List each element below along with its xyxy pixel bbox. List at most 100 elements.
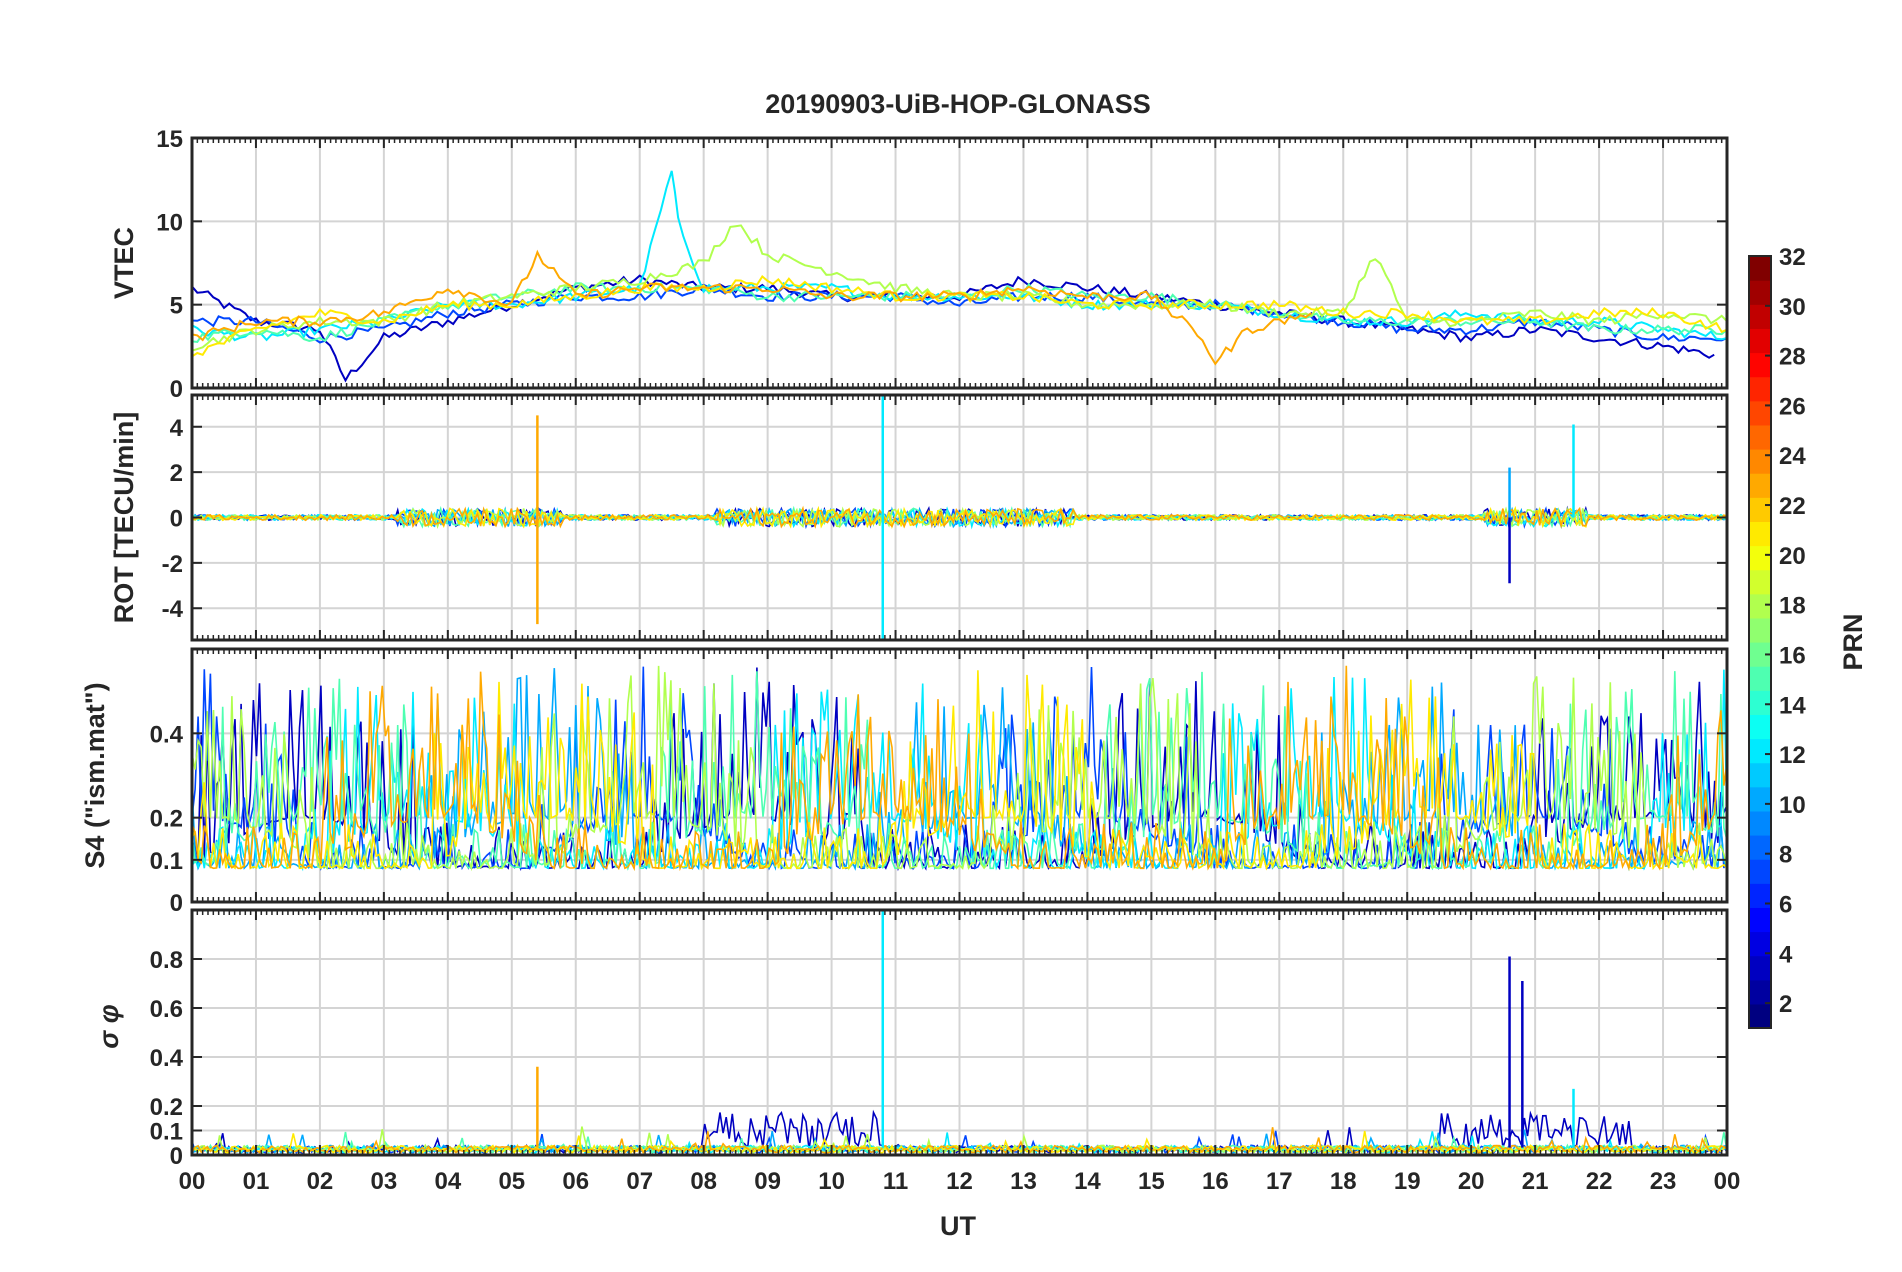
panel-ROT: -4 -2 0 2 4 ROT [TECU/min] bbox=[109, 393, 1729, 642]
colorbar-segment bbox=[1749, 521, 1771, 547]
colorbar-tick-label: 2 bbox=[1779, 991, 1792, 1018]
colorbar-segment bbox=[1749, 256, 1771, 281]
y-tick-label: 0 bbox=[170, 1143, 183, 1170]
colorbar-segment bbox=[1749, 666, 1771, 691]
colorbar-segment bbox=[1749, 304, 1771, 329]
colorbar-segment bbox=[1749, 1003, 1771, 1029]
panel-sigma_phi: 00.10.2 0.4 0.6 0.8 σ φ bbox=[94, 908, 1729, 1170]
colorbar-segment bbox=[1749, 762, 1771, 788]
x-tick-label: 10 bbox=[818, 1168, 845, 1195]
figure: 20190903-UiB-HOP-GLONASS 051015VTEC-4-20… bbox=[0, 0, 1902, 1272]
x-tick-label: 21 bbox=[1522, 1168, 1549, 1195]
y-tick-label: 0.1 bbox=[150, 848, 183, 875]
panel-VTEC: 0 5 10 15 VTEC bbox=[109, 126, 1729, 403]
colorbar-segment bbox=[1749, 545, 1771, 571]
colorbar-segment bbox=[1749, 593, 1771, 619]
colorbar-tick-label: 20 bbox=[1779, 543, 1806, 570]
x-tick-label: 20 bbox=[1458, 1168, 1485, 1195]
x-tick-label: 15 bbox=[1138, 1168, 1165, 1195]
colorbar-tick-label: 28 bbox=[1779, 344, 1806, 371]
x-tick-label: 00 bbox=[179, 1168, 206, 1195]
x-tick-label: 18 bbox=[1330, 1168, 1357, 1195]
colorbar-tick-label: 26 bbox=[1779, 393, 1806, 420]
panels-group: 051015VTEC-4-2024ROT [TECU/min]00.10.20.… bbox=[80, 126, 1740, 1195]
colorbar-segment bbox=[1749, 280, 1771, 305]
y-tick-label: 0.6 bbox=[150, 996, 183, 1023]
colorbar-tick-label: 4 bbox=[1779, 941, 1793, 968]
colorbar-tick-label: 18 bbox=[1779, 593, 1806, 620]
colorbar-segment bbox=[1749, 955, 1771, 981]
colorbar-segment bbox=[1749, 569, 1771, 595]
x-tick-label: 03 bbox=[371, 1168, 398, 1195]
x-tick-label: 12 bbox=[946, 1168, 973, 1195]
y-axis-label: σ φ bbox=[94, 1004, 124, 1048]
y-tick-label: 0 bbox=[170, 890, 183, 917]
y-tick-label: 15 bbox=[156, 126, 183, 153]
x-tick-label: 11 bbox=[883, 1168, 908, 1195]
y-tick-label: -2 bbox=[162, 551, 183, 578]
colorbar-segment bbox=[1749, 738, 1771, 764]
x-tick-label: 06 bbox=[562, 1168, 589, 1195]
colorbar-segment bbox=[1749, 690, 1771, 715]
colorbar-tick-label: 30 bbox=[1779, 294, 1806, 321]
y-axis-label: VTEC bbox=[109, 227, 139, 299]
y-tick-label: 0 bbox=[170, 506, 183, 533]
colorbar-tick-label: 8 bbox=[1779, 842, 1792, 869]
x-tick-label: 17 bbox=[1266, 1168, 1293, 1195]
x-tick-label: 22 bbox=[1586, 1168, 1613, 1195]
colorbar-tick-label: 24 bbox=[1779, 443, 1806, 470]
colorbar-segment bbox=[1749, 424, 1771, 450]
colorbar-segment bbox=[1749, 328, 1771, 354]
colorbar-segment bbox=[1749, 714, 1771, 740]
colorbar-segment bbox=[1749, 617, 1771, 643]
y-tick-label: 4 bbox=[170, 415, 184, 442]
y-tick-label: 0.1 bbox=[150, 1119, 183, 1146]
colorbar-segment bbox=[1749, 907, 1771, 933]
x-tick-label: 07 bbox=[626, 1168, 653, 1195]
x-tick-label: 13 bbox=[1010, 1168, 1037, 1195]
y-axis-label: ROT [TECU/min] bbox=[109, 412, 139, 623]
y-tick-label: 0.2 bbox=[150, 1094, 183, 1121]
colorbar-segment bbox=[1749, 859, 1771, 884]
colorbar-tick-label: 16 bbox=[1779, 642, 1806, 669]
y-tick-label: 2 bbox=[170, 460, 183, 487]
y-tick-label: -4 bbox=[162, 596, 184, 623]
x-axis-label: UT bbox=[940, 1211, 976, 1241]
x-tick-label: 04 bbox=[434, 1168, 461, 1195]
colorbar-segment bbox=[1749, 786, 1771, 812]
colorbar-segment bbox=[1749, 376, 1771, 402]
x-tick-label: 23 bbox=[1650, 1168, 1677, 1195]
y-tick-label: 10 bbox=[156, 209, 183, 236]
y-tick-label: 0.4 bbox=[150, 1045, 184, 1072]
x-tick-label: 09 bbox=[754, 1168, 781, 1195]
colorbar-label: PRN bbox=[1838, 613, 1868, 670]
colorbar-tick-label: 14 bbox=[1779, 692, 1806, 719]
x-tick-label: 02 bbox=[307, 1168, 334, 1195]
colorbar-tick-label: 10 bbox=[1779, 792, 1806, 819]
y-axis-label: S4 ("ism.mat") bbox=[80, 682, 110, 868]
panel-S4: 0 0.1 0.2 0.4 S4 ("ism.mat") bbox=[80, 647, 1729, 917]
colorbar-segment bbox=[1749, 979, 1771, 1005]
y-tick-label: 0.8 bbox=[150, 947, 183, 974]
x-tick-label: 19 bbox=[1394, 1168, 1421, 1195]
colorbar-tick-label: 12 bbox=[1779, 742, 1806, 769]
colorbar-tick-label: 32 bbox=[1779, 244, 1806, 271]
x-tick-label: 05 bbox=[498, 1168, 525, 1195]
colorbar-segment bbox=[1749, 835, 1771, 860]
colorbar-tick-label: 6 bbox=[1779, 891, 1792, 918]
y-tick-label: 0.4 bbox=[150, 721, 184, 748]
colorbar-segment bbox=[1749, 497, 1771, 522]
y-tick-label: 5 bbox=[170, 293, 183, 320]
colorbar-tick-label: 22 bbox=[1779, 493, 1806, 520]
x-tick-label: 14 bbox=[1074, 1168, 1101, 1195]
x-tick-label: 01 bbox=[243, 1168, 270, 1195]
x-tick-label: 00 bbox=[1714, 1168, 1741, 1195]
y-tick-label: 0.2 bbox=[150, 806, 183, 833]
colorbar-segment bbox=[1749, 810, 1771, 836]
colorbar-segment bbox=[1749, 449, 1771, 474]
x-tick-label: 08 bbox=[690, 1168, 717, 1195]
chart-title: 20190903-UiB-HOP-GLONASS bbox=[765, 89, 1151, 119]
y-tick-label: 0 bbox=[170, 376, 183, 403]
x-tick-label: 16 bbox=[1202, 1168, 1229, 1195]
colorbar-segment bbox=[1749, 473, 1771, 498]
